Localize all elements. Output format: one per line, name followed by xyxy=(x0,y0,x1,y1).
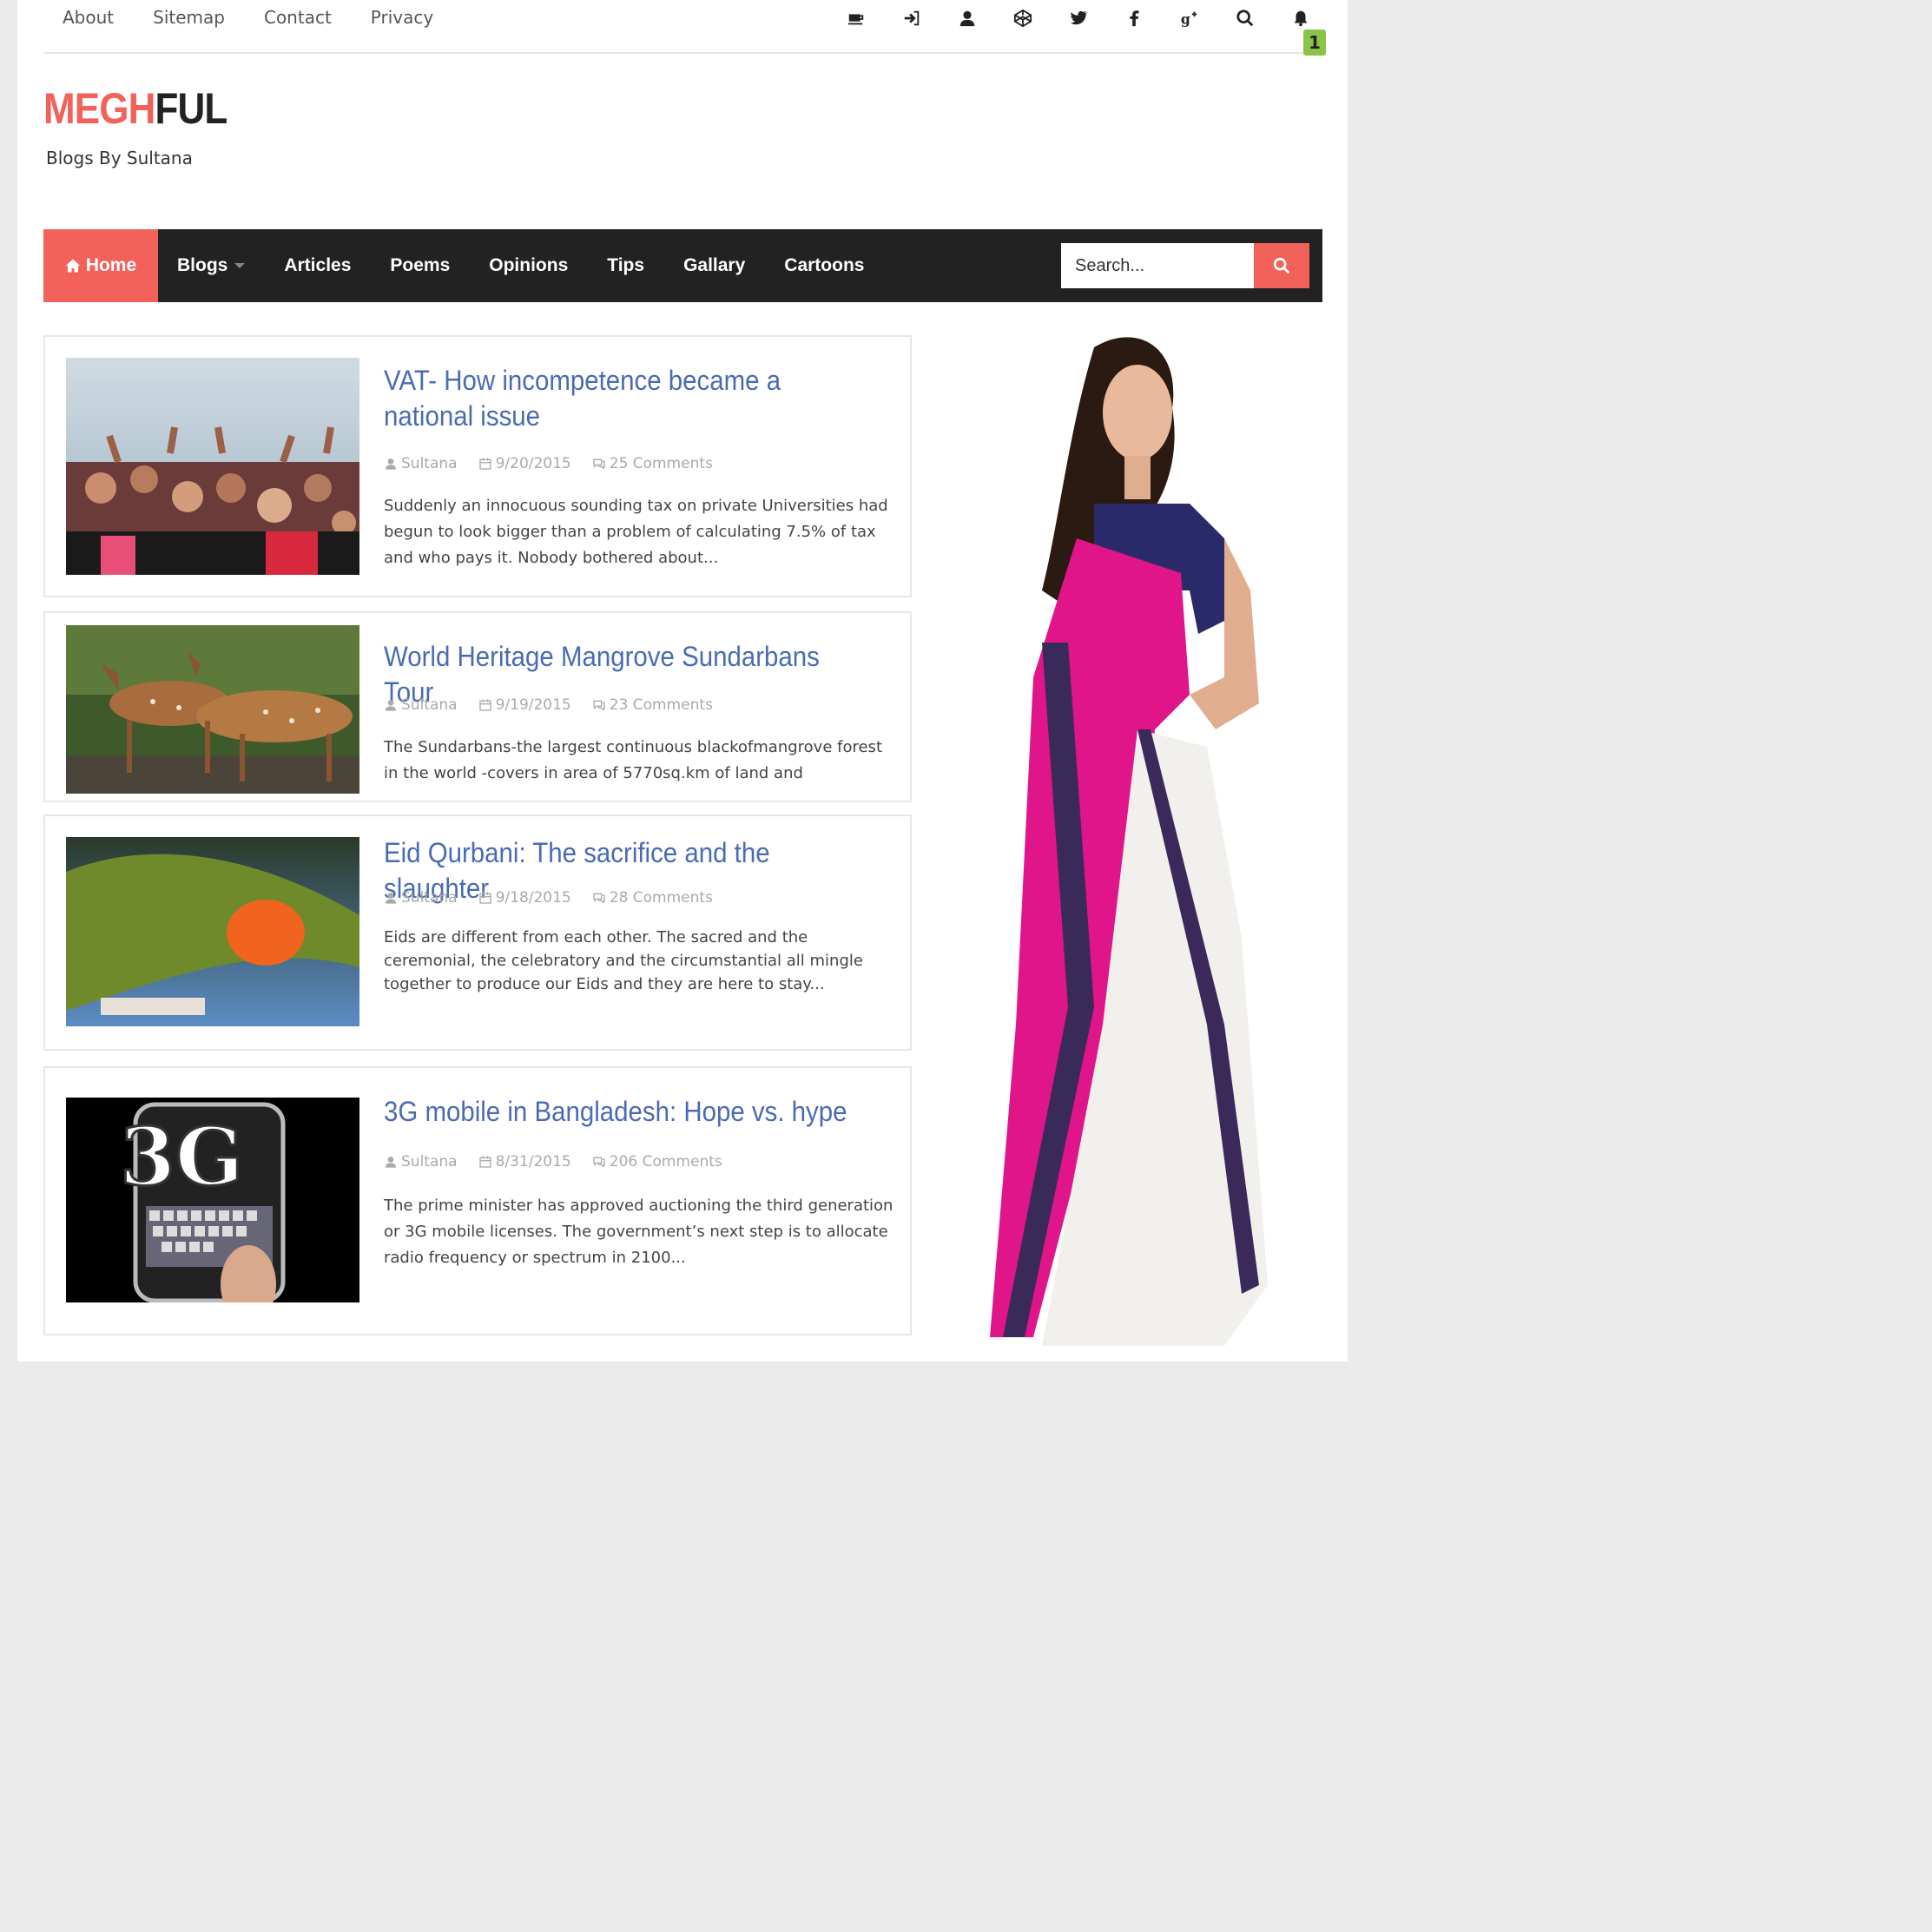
nav-item-gallary[interactable]: Gallary xyxy=(683,255,745,276)
post-card: VAT- How incompetence became a national … xyxy=(43,335,912,597)
post-excerpt: The Sundarbans-the largest continuous bl… xyxy=(384,738,882,782)
post-excerpt: Eids are different from each other. The … xyxy=(384,928,863,993)
post-date-value: 8/31/2015 xyxy=(495,1153,571,1170)
svg-text:g: g xyxy=(1181,10,1190,27)
search-input[interactable] xyxy=(1061,243,1254,288)
nav-item-blogs-label: Blogs xyxy=(177,255,228,275)
user-icon[interactable] xyxy=(956,5,979,31)
calendar-icon xyxy=(478,699,491,711)
post-title[interactable]: VAT- How incompetence became a national … xyxy=(384,363,855,434)
site-logo[interactable]: MEGHFUL xyxy=(43,83,227,134)
post-excerpt: Suddenly an innocuous sounding tax on pr… xyxy=(384,497,888,567)
comments-icon xyxy=(593,458,605,470)
post-author[interactable]: Sultana xyxy=(384,1153,458,1170)
post-author-name: Sultana xyxy=(401,455,458,472)
codepen-icon[interactable] xyxy=(1012,5,1034,31)
post-thumbnail[interactable] xyxy=(66,625,359,794)
post-card: Eid Qurbani: The sacrifice and the slaug… xyxy=(43,814,912,1051)
search-button[interactable] xyxy=(1254,243,1309,288)
user-icon xyxy=(386,700,396,711)
post-date: 8/31/2015 xyxy=(478,1153,571,1170)
home-icon xyxy=(65,259,81,273)
post-meta: Sultana 9/20/2015 25 Comments xyxy=(384,455,713,472)
post-author-name: Sultana xyxy=(401,889,458,907)
post-comments[interactable]: 25 Comments xyxy=(592,455,713,472)
nav-item-poems[interactable]: Poems xyxy=(390,255,450,276)
twitter-icon[interactable] xyxy=(1067,5,1090,31)
search-icon[interactable] xyxy=(1234,5,1256,31)
top-links: About Sitemap Contact Privacy xyxy=(63,7,433,28)
top-link-contact[interactable]: Contact xyxy=(264,7,332,28)
nav-item-blogs[interactable]: Blogs xyxy=(177,255,246,276)
site-tagline: Blogs By Sultana xyxy=(46,148,193,168)
top-icons: g 1 xyxy=(845,5,1326,56)
post-comments-count: 28 Comments xyxy=(609,889,713,907)
logo-part-2: FUL xyxy=(155,84,227,133)
top-link-sitemap[interactable]: Sitemap xyxy=(153,7,225,28)
post-author[interactable]: Sultana xyxy=(384,889,458,907)
comments-icon xyxy=(593,700,605,711)
post-thumbnail[interactable] xyxy=(66,358,359,575)
sidebar-ad-image[interactable] xyxy=(964,330,1294,1362)
nav-item-articles[interactable]: Articles xyxy=(284,255,351,276)
post-thumbnail[interactable] xyxy=(66,837,359,1026)
post-author-name: Sultana xyxy=(401,696,458,714)
nav-item-tips[interactable]: Tips xyxy=(607,255,644,276)
post-date-value: 9/19/2015 xyxy=(495,696,571,714)
facebook-icon[interactable] xyxy=(1123,5,1145,31)
chevron-down-icon xyxy=(234,263,246,269)
coffee-icon[interactable] xyxy=(845,5,867,31)
user-icon xyxy=(386,458,396,470)
post-comments[interactable]: 23 Comments xyxy=(592,696,713,714)
calendar-icon xyxy=(478,458,491,470)
post-thumbnail[interactable]: 3G xyxy=(66,1098,359,1302)
main-nav: Home Blogs Articles Poems Opinions Tips … xyxy=(43,229,1322,302)
user-icon xyxy=(386,1157,396,1168)
top-link-privacy[interactable]: Privacy xyxy=(371,7,433,28)
post-meta: Sultana 9/19/2015 23 Comments xyxy=(384,696,713,714)
post-title[interactable]: 3G mobile in Bangladesh: Hope vs. hype xyxy=(384,1094,855,1130)
post-card: World Heritage Mangrove Sundarbans Tour … xyxy=(43,611,912,802)
post-meta: Sultana 8/31/2015 206 Comments xyxy=(384,1153,722,1170)
google-plus-icon[interactable]: g xyxy=(1178,5,1201,31)
post-date-value: 9/18/2015 xyxy=(495,889,571,907)
post-author[interactable]: Sultana xyxy=(384,696,458,714)
thumbnail-3g-label: 3G xyxy=(120,1110,244,1203)
comments-icon xyxy=(593,893,605,904)
top-bar: About Sitemap Contact Privacy g 1 xyxy=(43,0,1326,56)
nav-home[interactable]: Home xyxy=(43,229,158,302)
nav-home-label: Home xyxy=(85,255,137,275)
page: About Sitemap Contact Privacy g 1 MEGHFU… xyxy=(17,0,1348,1362)
post-meta: Sultana 9/18/2015 28 Comments xyxy=(384,889,713,907)
post-excerpt: The prime minister has approved auctioni… xyxy=(384,1197,893,1267)
post-card: 3G 3G mobile in Bangladesh: Hope vs. hyp… xyxy=(43,1066,912,1335)
post-comments-count: 23 Comments xyxy=(609,696,713,714)
nav-item-cartoons[interactable]: Cartoons xyxy=(784,255,864,276)
post-date: 9/18/2015 xyxy=(478,889,571,907)
top-link-about[interactable]: About xyxy=(63,7,114,28)
calendar-icon xyxy=(478,1156,491,1168)
search-icon xyxy=(1273,257,1290,274)
post-date: 9/20/2015 xyxy=(478,455,571,472)
nav-items: Blogs Articles Poems Opinions Tips Galla… xyxy=(177,229,864,302)
post-comments[interactable]: 206 Comments xyxy=(592,1153,722,1170)
comments-icon xyxy=(593,1157,605,1168)
post-date-value: 9/20/2015 xyxy=(495,455,571,472)
notification-badge: 1 xyxy=(1303,30,1326,56)
bell-icon[interactable]: 1 xyxy=(1289,5,1326,56)
post-date: 9/19/2015 xyxy=(478,696,571,714)
post-comments[interactable]: 28 Comments xyxy=(592,889,713,907)
nav-item-opinions[interactable]: Opinions xyxy=(489,255,568,276)
calendar-icon xyxy=(478,892,491,904)
sign-in-icon[interactable] xyxy=(900,5,923,31)
post-author-name: Sultana xyxy=(401,1153,458,1170)
logo-part-1: MEGH xyxy=(43,84,155,133)
user-icon xyxy=(386,893,396,904)
post-author[interactable]: Sultana xyxy=(384,455,458,472)
post-comments-count: 25 Comments xyxy=(609,455,713,472)
post-comments-count: 206 Comments xyxy=(609,1153,722,1170)
